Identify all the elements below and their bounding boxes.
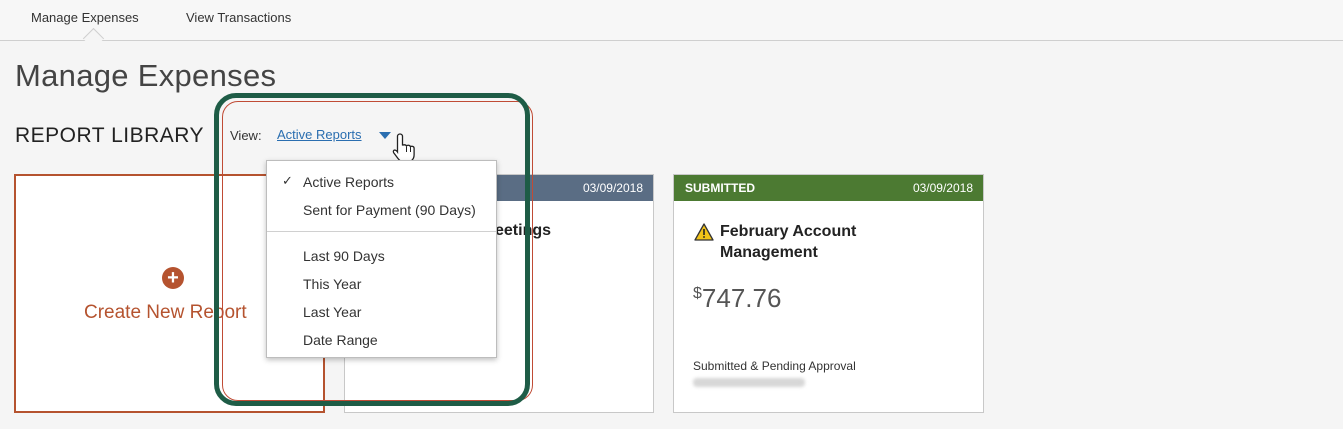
menu-item-last-90-days[interactable]: Last 90 Days — [303, 248, 385, 264]
view-dropdown-menu: ✓ Active Reports Sent for Payment (90 Da… — [266, 160, 497, 358]
report-card[interactable]: SUBMITTED 03/09/2018 February Account Ma… — [673, 174, 984, 413]
currency-symbol: $ — [693, 285, 702, 302]
report-name[interactable]: February Account Management — [720, 221, 950, 263]
warning-icon — [694, 223, 714, 241]
amount-value: 747.76 — [701, 283, 782, 313]
menu-item-sent-for-payment[interactable]: Sent for Payment (90 Days) — [303, 202, 476, 218]
tab-view-transactions[interactable]: View Transactions — [186, 10, 291, 25]
section-title: REPORT LIBRARY — [15, 124, 205, 147]
create-new-report-label[interactable]: Create New Report — [84, 302, 247, 324]
menu-item-active-reports[interactable]: Active Reports — [303, 174, 394, 190]
approver-name-blurred — [693, 378, 805, 387]
top-nav: Manage Expenses View Transactions — [0, 0, 1343, 50]
status-badge: SUBMITTED — [685, 181, 755, 195]
tab-manage-expenses[interactable]: Manage Expenses — [31, 10, 139, 25]
menu-item-date-range[interactable]: Date Range — [303, 332, 378, 348]
page-title: Manage Expenses — [15, 58, 277, 93]
plus-circle-icon[interactable]: + — [162, 267, 184, 289]
check-icon: ✓ — [282, 173, 293, 188]
caret-down-icon[interactable] — [379, 132, 391, 139]
menu-divider — [267, 231, 496, 232]
view-label: View: — [230, 128, 262, 143]
report-date: 03/09/2018 — [582, 181, 643, 195]
report-amount: $747.76 — [693, 283, 781, 314]
report-name[interactable]: eetings — [495, 222, 551, 240]
view-filter-dropdown[interactable]: Active Reports — [277, 127, 362, 142]
approval-status: Submitted & Pending Approval — [693, 359, 856, 373]
active-tab-indicator — [82, 27, 105, 50]
menu-item-last-year[interactable]: Last Year — [303, 304, 361, 320]
report-card-header: SUBMITTED 03/09/2018 — [674, 175, 983, 201]
report-date: 03/09/2018 — [912, 181, 973, 195]
menu-item-this-year[interactable]: This Year — [303, 276, 361, 292]
